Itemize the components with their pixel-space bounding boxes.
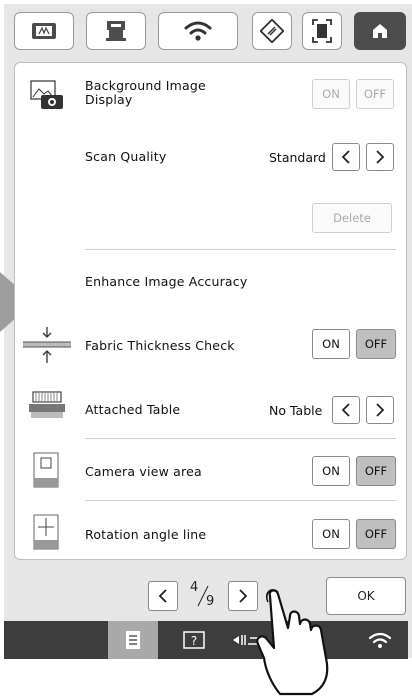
settings-page-icon [126,631,140,649]
chevron-left-icon [341,403,350,417]
delete-button[interactable]: Delete [312,203,392,233]
scan-quality-next-button[interactable] [366,143,394,171]
rotation-angle-line-label: Rotation angle line [85,527,207,542]
tab-home[interactable] [354,12,406,50]
scan-quality-value: Standard [269,150,326,165]
scan-quality-label: Scan Quality [85,149,167,164]
divider [85,438,396,439]
attached-table-prev-button[interactable] [332,396,360,424]
attached-table-label: Attached Table [85,402,181,417]
rotation-angle-line-icon [33,514,59,550]
wifi-icon [184,21,212,41]
camera-view-area-icon [33,452,59,488]
wifi-status-icon [368,632,392,648]
settings-panel: Background Image Display ON OFF Scan Qua… [14,62,407,560]
page-total: 9 [206,594,215,609]
camera-view-area-label: Camera view area [85,464,202,479]
tab-embroidery-settings[interactable] [14,12,74,50]
attached-table-value: No Table [269,403,323,418]
status-help-button[interactable]: ? [174,621,214,659]
camera-view-area-off-button[interactable]: OFF [356,456,396,486]
tab-machine[interactable] [86,12,146,50]
chevron-right-icon [376,150,385,164]
scan-quality-prev-button[interactable] [332,143,360,171]
home-icon [373,24,387,38]
tab-screen[interactable] [302,12,342,50]
screen-icon [312,19,332,43]
tab-eco[interactable] [252,12,292,50]
chevron-left-icon [158,589,167,603]
embroidery-frame-icon [32,23,56,39]
divider [85,249,396,250]
status-settings-page-button[interactable] [108,621,158,659]
help-icon: ? [183,631,205,649]
enhance-image-accuracy-label: Enhance Image Accuracy [85,274,248,289]
chevron-right-icon [239,589,248,603]
attached-table-icon [29,391,65,418]
chevron-left-icon [341,150,350,164]
svg-text:?: ? [191,634,197,648]
tab-wireless[interactable] [158,12,238,50]
background-image-off-button[interactable]: OFF [356,79,394,109]
eco-icon [260,19,284,43]
background-image-label: Background Image Display [85,78,206,107]
fabric-thickness-label: Fabric Thickness Check [85,338,235,353]
camera-icon [30,80,63,109]
rotation-angle-line-off-button[interactable]: OFF [356,519,396,549]
page-indicator: 4 9 [178,578,228,614]
page-prev-button[interactable] [148,581,178,611]
machine-icon [106,21,126,41]
hand-pointer-icon [256,589,329,696]
fabric-thickness-off-button[interactable]: OFF [356,329,396,359]
background-image-on-button[interactable]: ON [312,79,350,109]
fabric-thickness-icon [23,327,71,363]
fabric-thickness-on-button[interactable]: ON [312,329,350,359]
attached-table-next-button[interactable] [366,396,394,424]
chevron-right-icon [376,403,385,417]
pager: 4 9 [148,578,258,614]
divider [85,500,396,501]
status-wifi-button[interactable] [360,621,400,659]
camera-view-area-on-button[interactable]: ON [312,456,350,486]
rotation-angle-line-on-button[interactable]: ON [312,519,350,549]
